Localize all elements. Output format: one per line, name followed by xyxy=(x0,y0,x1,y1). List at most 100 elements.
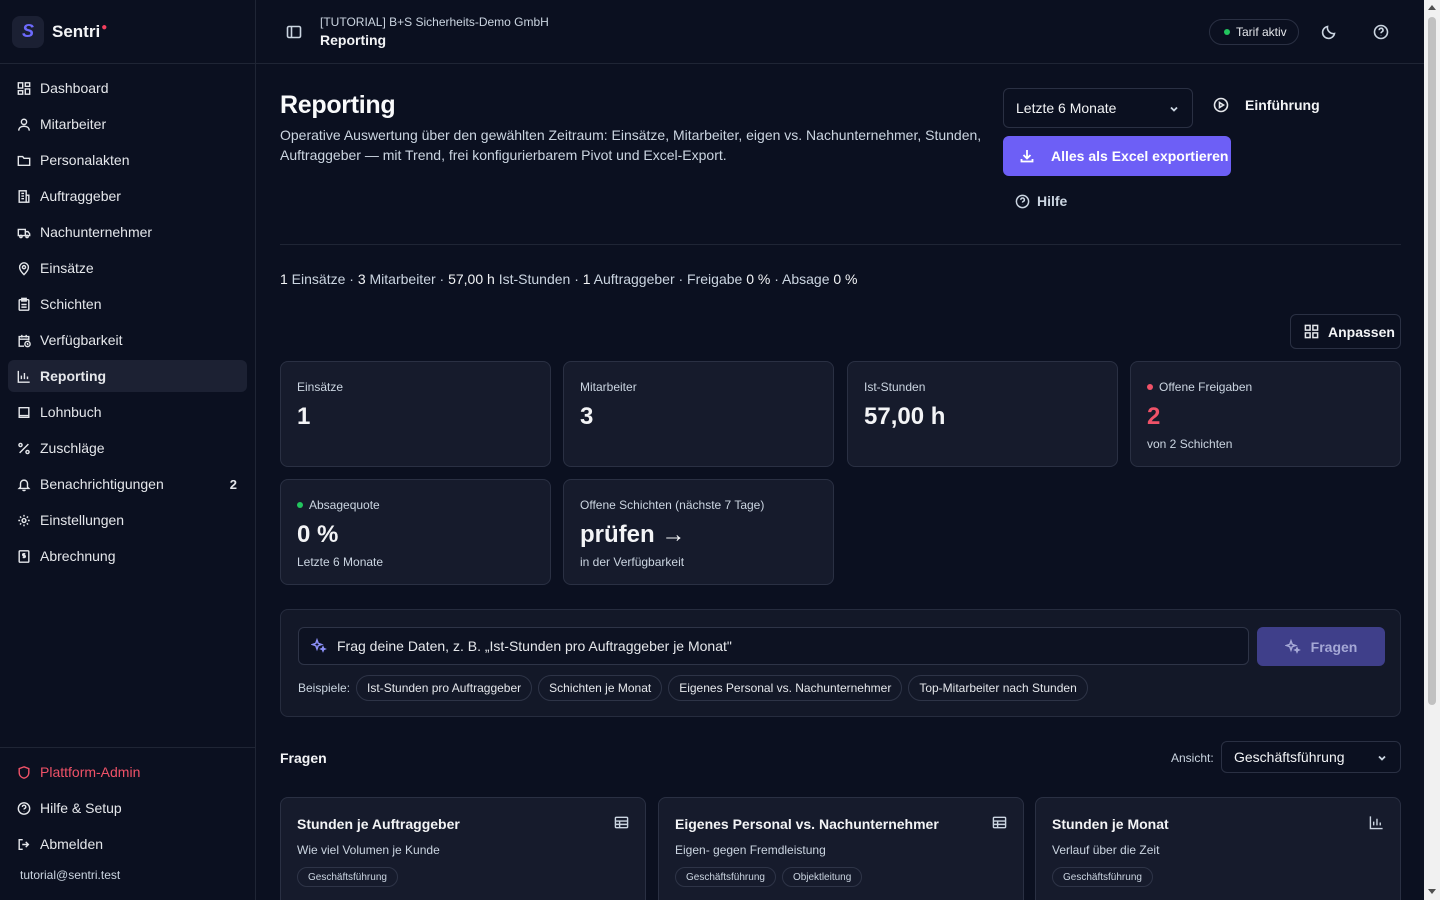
logout-icon xyxy=(17,837,31,851)
sidebar-item-label: Auftraggeber xyxy=(40,188,121,204)
brand-name: Sentri● xyxy=(52,22,107,42)
question-card-stunden-je-monat[interactable]: Stunden je Monat Verlauf über die Zeit G… xyxy=(1035,797,1401,900)
period-select[interactable]: Letzte 6 Monate xyxy=(1003,88,1193,128)
moon-icon xyxy=(1321,25,1336,40)
kpi-card-offene-freigaben[interactable]: Offene Freigaben 2 von 2 Schichten xyxy=(1130,361,1401,467)
truck-icon xyxy=(17,225,31,239)
logout-link[interactable]: Abmelden xyxy=(8,828,247,860)
customize-button[interactable]: Anpassen xyxy=(1290,314,1401,349)
sidebar-footer: Plattform-Admin Hilfe & Setup Abmelden t… xyxy=(0,747,255,890)
help-link-label: Hilfe xyxy=(1037,193,1068,209)
sidebar-toggle-button[interactable] xyxy=(286,24,302,40)
help-link[interactable]: Hilfe xyxy=(1015,193,1067,209)
question-card-eigenes-personal[interactable]: Eigenes Personal vs. Nachunternehmer Eig… xyxy=(658,797,1024,900)
question-card-tags: Geschäftsführung xyxy=(1052,867,1384,887)
example-chip[interactable]: Schichten je Monat xyxy=(538,675,663,701)
role-tag: Objektleitung xyxy=(781,867,863,887)
question-card-description: Eigen- gegen Fremdleistung xyxy=(675,843,826,857)
platform-admin-link[interactable]: Plattform-Admin xyxy=(8,756,247,788)
sidebar-item-label: Schichten xyxy=(40,296,102,312)
intro-button[interactable]: Einführung xyxy=(1213,97,1320,113)
status-dot-red xyxy=(1147,384,1153,390)
sidebar-item-einsaetze[interactable]: Einsätze xyxy=(8,252,247,284)
sidebar-item-nachunternehmer[interactable]: Nachunternehmer xyxy=(8,216,247,248)
summary-absage-value: 0 % xyxy=(833,271,858,287)
download-icon xyxy=(1020,150,1034,163)
questions-section-title: Fragen xyxy=(280,750,327,766)
view-select[interactable]: Geschäftsführung xyxy=(1221,741,1401,773)
chevron-down-icon xyxy=(1376,751,1388,763)
map-pin-icon xyxy=(17,261,31,276)
platform-admin-label: Plattform-Admin xyxy=(40,764,141,780)
intro-button-label: Einführung xyxy=(1245,97,1320,113)
calendar-clock-icon xyxy=(17,333,31,347)
export-excel-button[interactable]: Alles als Excel exportieren xyxy=(1003,136,1231,176)
question-card-tags: Geschäftsführung xyxy=(297,867,629,887)
sidebar-item-auftraggeber[interactable]: Auftraggeber xyxy=(8,180,247,212)
bell-icon xyxy=(17,477,31,491)
question-card-description: Wie viel Volumen je Kunde xyxy=(297,843,440,857)
kpi-card-offene-schichten[interactable]: Offene Schichten (nächste 7 Tage) prüfen… xyxy=(563,479,834,585)
role-tag: Geschäftsführung xyxy=(675,867,776,887)
example-chip[interactable]: Ist-Stunden pro Auftraggeber xyxy=(356,675,533,701)
sidebar-item-dashboard[interactable]: Dashboard xyxy=(8,72,247,104)
page-title: Reporting xyxy=(280,91,396,119)
summary-einsaetze-count: 1 xyxy=(280,271,288,287)
kpi-card-absagequote[interactable]: Absagequote 0 % Letzte 6 Monate xyxy=(280,479,551,585)
help-setup-link[interactable]: Hilfe & Setup xyxy=(8,792,247,824)
kpi-card-mitarbeiter[interactable]: Mitarbeiter 3 xyxy=(563,361,834,467)
sidebar-item-lohnbuch[interactable]: Lohnbuch xyxy=(8,396,247,428)
kpi-value: prüfen → xyxy=(580,521,686,548)
user-icon xyxy=(17,117,31,131)
help-circle-icon xyxy=(17,801,31,815)
sidebar-item-label: Abrechnung xyxy=(40,548,116,564)
sidebar-item-verfuegbarkeit[interactable]: Verfügbarkeit xyxy=(8,324,247,356)
sidebar-item-label: Verfügbarkeit xyxy=(40,332,123,348)
sidebar-item-mitarbeiter[interactable]: Mitarbeiter xyxy=(8,108,247,140)
question-card-stunden-je-auftraggeber[interactable]: Stunden je Auftraggeber Wie viel Volumen… xyxy=(280,797,646,900)
question-card-description: Verlauf über die Zeit xyxy=(1052,843,1160,857)
dashboard-icon xyxy=(17,81,31,95)
sidebar-item-zuschlaege[interactable]: Zuschläge xyxy=(8,432,247,464)
sidebar-toggle-icon xyxy=(286,25,302,39)
chevron-down-icon xyxy=(1168,102,1180,114)
tarif-status-label: Tarif aktiv xyxy=(1236,25,1287,39)
user-email: tutorial@sentri.test xyxy=(20,868,121,882)
sidebar-item-personalakten[interactable]: Personalakten xyxy=(8,144,247,176)
sidebar-item-einstellungen[interactable]: Einstellungen xyxy=(8,504,247,536)
sidebar-item-label: Einstellungen xyxy=(40,512,125,528)
tarif-status-dot xyxy=(1224,29,1230,35)
kpi-card-ist-stunden[interactable]: Ist-Stunden 57,00 h xyxy=(847,361,1118,467)
example-chip[interactable]: Eigenes Personal vs. Nachunternehmer xyxy=(668,675,903,701)
receipt-icon xyxy=(17,549,31,563)
ask-data-input[interactable]: Frag deine Daten, z. B. „Ist-Stunden pro… xyxy=(298,627,1249,665)
scrollbar-thumb[interactable] xyxy=(1428,17,1436,705)
gear-icon xyxy=(17,513,31,527)
role-tag: Geschäftsführung xyxy=(297,867,398,887)
tarif-status-badge[interactable]: Tarif aktiv xyxy=(1209,19,1299,45)
sidebar-item-reporting[interactable]: Reporting xyxy=(8,360,247,392)
scroll-down-arrow-icon[interactable] xyxy=(1428,889,1436,894)
theme-toggle-button[interactable] xyxy=(1321,24,1337,40)
kpi-subtext: von 2 Schichten xyxy=(1147,437,1233,451)
kpi-value: 57,00 h xyxy=(864,403,946,430)
help-button[interactable] xyxy=(1373,24,1389,40)
sidebar-item-benachrichtigungen[interactable]: Benachrichtigungen 2 xyxy=(8,468,247,500)
help-circle-icon xyxy=(1015,194,1030,208)
topbar-page-title: Reporting xyxy=(320,32,387,48)
page-scrollbar[interactable] xyxy=(1424,0,1440,900)
header-divider xyxy=(280,244,1401,245)
help-setup-label: Hilfe & Setup xyxy=(40,800,122,816)
sidebar-item-abrechnung[interactable]: Abrechnung xyxy=(8,540,247,572)
ask-submit-button[interactable]: Fragen xyxy=(1257,627,1385,666)
question-card-title: Stunden je Monat xyxy=(1052,816,1169,832)
kpi-card-einsaetze[interactable]: Einsätze 1 xyxy=(280,361,551,467)
kpi-value: 1 xyxy=(297,403,311,430)
scroll-up-arrow-icon[interactable] xyxy=(1428,5,1436,10)
table-icon xyxy=(992,815,1007,830)
example-chip[interactable]: Top-Mitarbeiter nach Stunden xyxy=(908,675,1088,701)
sidebar-item-schichten[interactable]: Schichten xyxy=(8,288,247,320)
brand[interactable]: S Sentri● xyxy=(0,0,255,64)
summary-freigabe-value: 0 % xyxy=(746,271,771,287)
brand-logo-letter: S xyxy=(21,21,34,41)
